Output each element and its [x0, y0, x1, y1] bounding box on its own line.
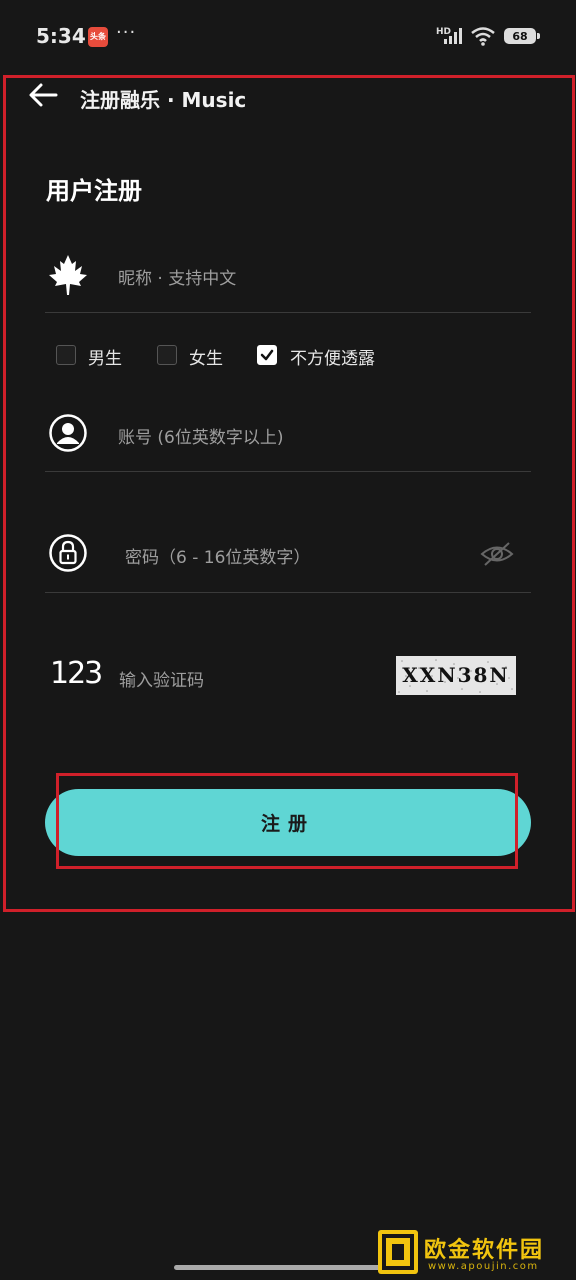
signal-icon [444, 28, 462, 44]
status-time: 5:34 [36, 24, 86, 48]
battery-tip [537, 33, 540, 39]
watermark-logo-mark [382, 1234, 414, 1270]
watermark-title: 欧金软件园 [424, 1238, 545, 1263]
news-app-icon: 头条 [88, 27, 108, 47]
more-notifications-icon: ··· [116, 22, 137, 43]
wifi-icon [471, 27, 495, 46]
watermark-url: www.apoujin.com [428, 1261, 539, 1272]
button-annotation-frame [56, 773, 518, 869]
battery-indicator: 68 [504, 28, 536, 44]
watermark-logo [378, 1230, 418, 1274]
watermark: 欧金软件园 www.apoujin.com [378, 1228, 576, 1280]
home-indicator[interactable] [174, 1265, 402, 1270]
